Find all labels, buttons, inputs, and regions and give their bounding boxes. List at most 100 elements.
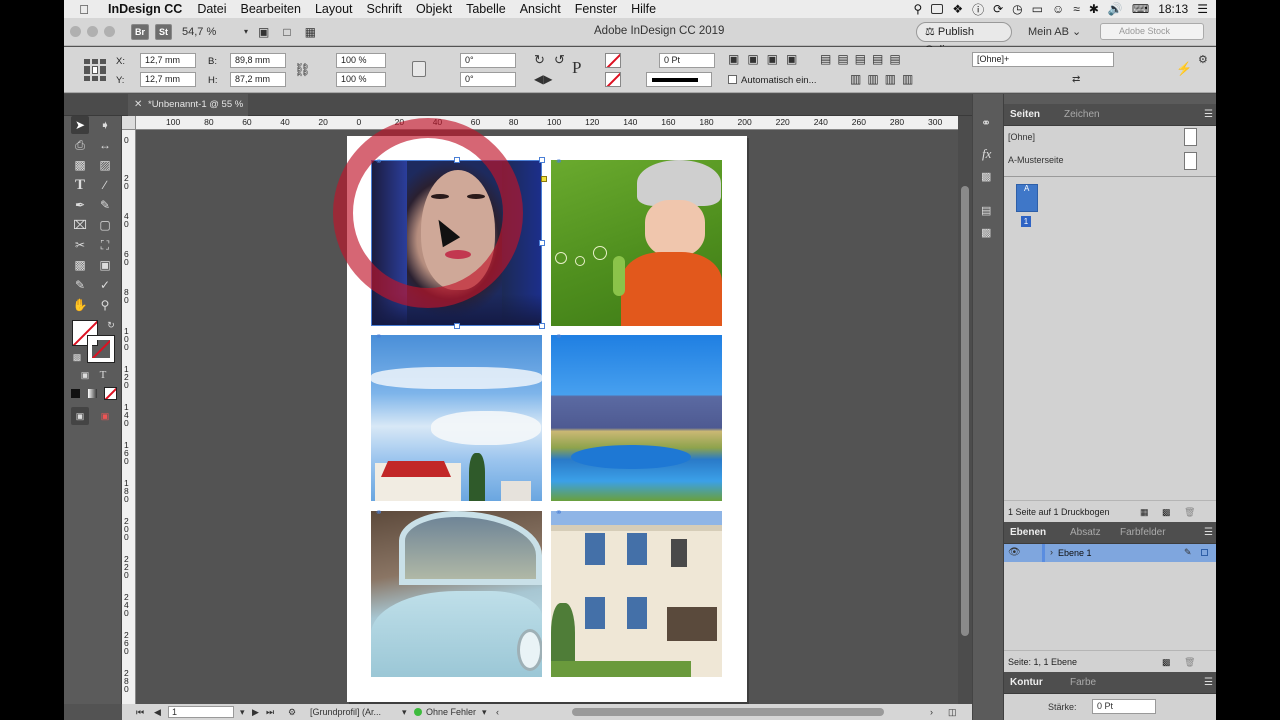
tab-characters[interactable]: Zeichen [1064,104,1100,126]
layer-name[interactable]: Ebene 1 [1058,548,1092,558]
document-page[interactable]: ⚭ ⚭ ⚭ ⚭ ⚭ ⚭ [333,118,747,702]
corner-options-handle[interactable] [541,176,547,182]
rotate-ccw-icon[interactable]: ↺ [554,52,565,68]
free-transform-tool-icon[interactable]: ⛶ [96,236,114,254]
width-field[interactable]: 89,8 mm [230,53,286,68]
info-icon[interactable]: ⓘ [972,1,984,18]
sync-icon[interactable]: ⟳ [993,2,1003,16]
minimize-window-button[interactable] [87,26,98,37]
rotation-field[interactable]: 0° [460,53,516,68]
photo-frame-landscape[interactable] [551,335,722,501]
scale-y-field[interactable]: 100 % [336,72,386,87]
shear-field[interactable]: 0° [460,72,516,87]
apply-none-icon[interactable] [104,387,117,400]
selection-handle-bottom[interactable] [454,323,460,329]
object-style-select[interactable]: [Ohne]+ [972,52,1114,67]
tab-pages[interactable]: Seiten [1010,104,1040,126]
panel-menu-icon[interactable]: ☰ [1204,522,1213,544]
formatting-text-icon[interactable]: T [94,366,112,384]
menu-hilfe[interactable]: Hilfe [624,2,663,16]
delete-page-icon[interactable]: 🗑 [1184,501,1195,523]
gradient-swatch-tool-icon[interactable]: ▩ [71,256,89,274]
airplay-icon[interactable]: ▭ [1032,2,1043,16]
stroke-swatch-icon[interactable] [87,335,115,363]
scroll-left-icon[interactable]: ‹ [496,704,499,720]
tab-color[interactable]: Farbe [1070,672,1096,694]
page-number-field[interactable]: 1 [168,706,234,718]
hand-tool-icon[interactable]: ✋ [71,296,89,314]
wifi-icon[interactable]: ≈ [1073,2,1080,16]
photo-frame-child-bubbles[interactable] [551,160,722,326]
close-window-button[interactable] [70,26,81,37]
arrange-documents-icon[interactable]: ▦ [305,25,316,39]
selection-handle-right[interactable] [539,240,545,246]
delete-layer-icon[interactable]: 🗑 [1184,651,1195,673]
zoom-dropdown-icon[interactable]: ▾ [244,27,248,36]
volume-icon[interactable]: 🔊 [1108,2,1123,16]
line-tool-icon[interactable]: ∕ [96,176,114,194]
align-icons[interactable]: ▤▤▤▤▤ [820,52,907,66]
distribute-icons[interactable]: ▥▥▥▥ [850,72,919,86]
dropbox-icon[interactable]: ❖ [952,2,963,16]
gradient-feather-tool-icon[interactable]: ▣ [96,256,114,274]
scrollbar-thumb[interactable] [961,186,969,636]
workspace-switcher[interactable]: Mein AB ⌄ [1028,25,1081,38]
default-colors-icon[interactable]: ▩ [68,348,86,366]
menu-app-name[interactable]: InDesign CC [104,2,190,16]
flip-horizontal-icon[interactable]: ◀▶ [534,72,552,86]
zoom-level[interactable]: 54,7 % [182,26,242,38]
layer-selection-square[interactable] [1201,549,1208,556]
page-1-number[interactable]: 1 [1021,216,1031,227]
effects-panel-icon[interactable]: fx [982,146,991,162]
profile-dropdown-icon[interactable]: ▾ [402,704,407,720]
edit-page-size-icon[interactable]: ▦ [1140,501,1149,523]
previous-page-icon[interactable]: ◀ [154,704,161,720]
formatting-container-icon[interactable]: ▣ [76,366,94,384]
master-none-thumb[interactable] [1184,128,1197,146]
note-tool-icon[interactable]: ✎ [71,276,89,294]
pencil-tool-icon[interactable]: ✎ [96,196,114,214]
panel-menu-icon[interactable]: ☰ [1204,672,1213,694]
master-a[interactable]: A-Musterseite [1008,155,1064,165]
x-position-field[interactable]: 12,7 mm [140,53,196,68]
scale-link-icon[interactable] [412,61,426,77]
stock-button[interactable]: St [155,23,173,40]
tab-layers[interactable]: Ebenen [1010,522,1046,544]
constrain-proportions-icon[interactable]: ⛓ [294,62,311,78]
fill-none-icon[interactable] [605,53,621,68]
normal-view-icon[interactable]: ▣ [71,407,89,425]
layer-expand-icon[interactable]: › [1050,547,1053,557]
new-page-icon[interactable]: ▩ [1162,501,1171,523]
panel-menu-icon[interactable]: ☰ [1204,104,1213,126]
screen-mode-icon[interactable]: □ [283,25,290,39]
keyboard-icon[interactable]: ⌨ [1132,2,1149,16]
page-tool-icon[interactable]: ⎙ [71,136,89,154]
preflight-settings-icon[interactable]: ⚙ [288,704,296,720]
last-page-icon[interactable]: ⏭ [266,704,274,720]
pasteboard[interactable]: ⚭ ⚭ ⚭ ⚭ ⚭ ⚭ [136,118,958,704]
ruler-origin[interactable] [122,116,136,130]
content-placer-icon[interactable]: ▨ [96,156,114,174]
tab-paragraph[interactable]: Absatz [1070,522,1101,544]
menu-objekt[interactable]: Objekt [409,2,459,16]
content-collector-icon[interactable]: ▩ [71,156,89,174]
tab-swatches[interactable]: Farbfelder [1120,522,1166,544]
preflight-profile[interactable]: [Grundprofil] (Ar... [310,704,381,720]
stroke-weight-field[interactable]: 0 Pt [659,53,715,68]
menu-schrift[interactable]: Schrift [360,2,409,16]
close-tab-icon[interactable]: ✕ [134,94,142,116]
visibility-eye-icon[interactable]: 👁 [1008,547,1021,558]
gap-tool-icon[interactable]: ↔ [96,136,114,154]
stroke-weight-input[interactable]: 0 Pt [1092,699,1156,714]
quick-apply-icon[interactable]: ⚡ [1176,61,1192,77]
menu-list-icon[interactable]: ☰ [1197,2,1208,16]
menu-tabelle[interactable]: Tabelle [459,2,513,16]
clear-overrides-icon[interactable]: ⇄ [1072,74,1080,85]
height-field[interactable]: 87,2 mm [230,72,286,87]
selection-tool-icon[interactable]: ➤ [71,116,89,134]
menu-fenster[interactable]: Fenster [568,2,624,16]
preview-mode-icon[interactable]: ▣ [96,407,114,425]
apply-color-icon[interactable] [71,389,80,398]
vertical-scrollbar[interactable] [958,116,972,704]
photo-frame-building[interactable] [551,511,722,677]
